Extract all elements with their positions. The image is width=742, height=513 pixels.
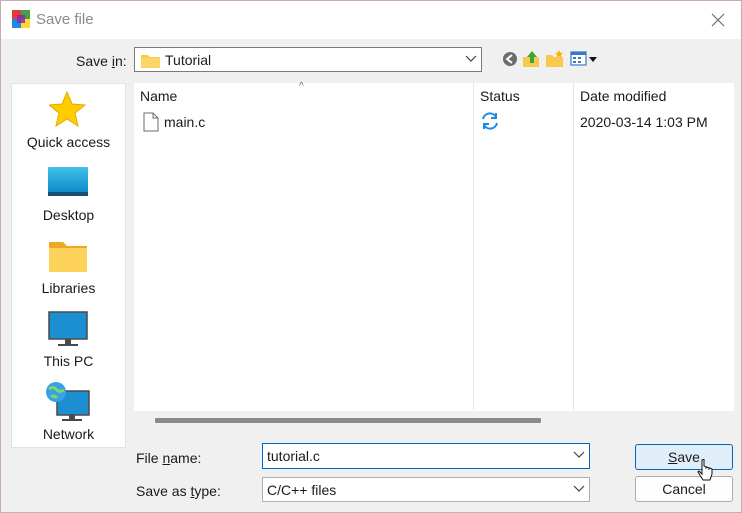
file-row[interactable]: main.c 2020-03-14 1:03 PM bbox=[134, 109, 734, 135]
current-folder: Tutorial bbox=[165, 52, 212, 68]
computer-icon bbox=[48, 311, 88, 346]
file-icon bbox=[143, 112, 159, 132]
save-in-dropdown[interactable]: Tutorial bbox=[134, 47, 482, 72]
chevron-down-icon bbox=[573, 485, 585, 492]
sort-ascending-icon: ^ bbox=[299, 81, 304, 92]
file-name-value: tutorial.c bbox=[267, 448, 320, 464]
horizontal-scrollbar[interactable] bbox=[134, 411, 734, 429]
folder-icon bbox=[141, 55, 160, 68]
place-quick-access[interactable]: Quick access bbox=[12, 86, 125, 152]
place-this-pc[interactable]: This PC bbox=[12, 305, 125, 371]
close-icon bbox=[711, 13, 725, 27]
file-name: main.c bbox=[164, 114, 206, 130]
sync-icon bbox=[482, 112, 498, 130]
column-header-name[interactable]: Name bbox=[140, 88, 177, 104]
chevron-down-icon[interactable] bbox=[573, 450, 585, 460]
place-network[interactable]: Network bbox=[12, 378, 125, 444]
app-icon bbox=[12, 10, 30, 28]
mouse-cursor-icon bbox=[697, 459, 713, 481]
save-file-dialog: Save file Save in: Tutorial Quick access… bbox=[0, 0, 742, 513]
save-in-label: Save in: bbox=[76, 53, 127, 69]
places-bar: Quick access Desktop Libraries This PC N… bbox=[11, 83, 126, 448]
chevron-down-icon bbox=[465, 55, 477, 62]
place-libraries[interactable]: Libraries bbox=[12, 232, 125, 298]
file-name-input[interactable]: tutorial.c bbox=[262, 443, 590, 469]
save-as-type-label: Save as type: bbox=[136, 483, 221, 499]
libraries-icon bbox=[49, 242, 87, 272]
file-date-modified: 2020-03-14 1:03 PM bbox=[580, 114, 708, 130]
desktop-icon bbox=[48, 167, 88, 196]
file-name-label: File name: bbox=[136, 450, 202, 466]
up-folder-icon[interactable] bbox=[522, 49, 542, 69]
cancel-button[interactable]: Cancel bbox=[635, 476, 733, 502]
place-desktop[interactable]: Desktop bbox=[12, 159, 125, 225]
star-icon bbox=[49, 90, 87, 128]
close-button[interactable] bbox=[695, 1, 741, 39]
view-menu-icon[interactable] bbox=[569, 49, 599, 69]
save-button[interactable]: Save bbox=[635, 444, 733, 470]
save-as-type-dropdown[interactable]: C/C++ files bbox=[262, 477, 590, 502]
new-folder-icon[interactable] bbox=[545, 49, 565, 69]
scrollbar-thumb[interactable] bbox=[155, 418, 541, 423]
network-icon bbox=[46, 382, 90, 421]
column-header-date-modified[interactable]: Date modified bbox=[580, 88, 666, 104]
save-as-type-value: C/C++ files bbox=[267, 482, 337, 498]
window-title: Save file bbox=[36, 11, 94, 28]
column-header-status[interactable]: Status bbox=[480, 88, 520, 104]
title-bar: Save file bbox=[1, 1, 741, 39]
file-list[interactable]: ^ Name Status Date modified main.c 2020-… bbox=[134, 81, 734, 429]
back-icon[interactable] bbox=[500, 49, 520, 69]
